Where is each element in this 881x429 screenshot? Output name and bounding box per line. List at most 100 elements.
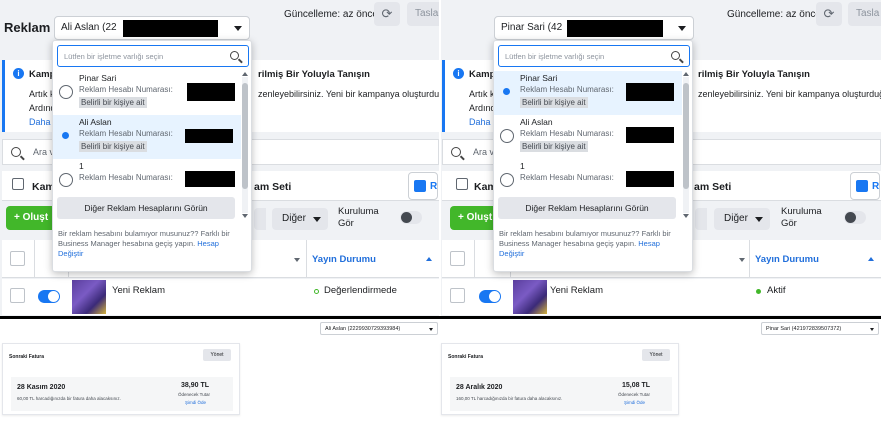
setup-toggle[interactable]: [400, 211, 422, 224]
update-status: Güncelleme: az önce: [727, 9, 821, 20]
invoice-summary: 28 Kasım 2020 60,00 TL harcadığınızda bi…: [11, 377, 233, 411]
row-checkbox[interactable]: [450, 288, 465, 303]
chevron-down-icon: [234, 26, 242, 31]
radio-button[interactable]: [500, 173, 514, 187]
radio-button[interactable]: [59, 85, 73, 99]
ad-toggle[interactable]: [479, 290, 501, 303]
account-option[interactable]: Ali Aslan Reklam Hesabı Numarası: Belirl…: [494, 115, 682, 159]
scroll-thumb[interactable]: [242, 83, 248, 189]
draft-button[interactable]: Tasla: [407, 2, 439, 26]
dropdown-scrollbar[interactable]: [683, 72, 689, 218]
radio-button[interactable]: [500, 129, 514, 143]
radio-button[interactable]: [500, 85, 514, 99]
tab-adsets[interactable]: am Seti: [694, 181, 731, 193]
see-more-accounts-button[interactable]: Diğer Reklam Hesaplarını Görün: [498, 197, 676, 219]
scroll-down-icon[interactable]: [242, 214, 248, 218]
amount-due-label: Ödenecek Tutar: [178, 392, 211, 397]
scroll-up-icon[interactable]: [683, 72, 689, 76]
sort-icon[interactable]: [868, 257, 874, 261]
see-more-accounts-button[interactable]: Diğer Reklam Hesaplarını Görün: [57, 197, 235, 219]
info-line-2: Ardınd: [469, 103, 496, 113]
chevron-down-icon: [313, 217, 321, 222]
refresh-button[interactable]: ⟳: [374, 2, 400, 26]
chevron-down-icon: [429, 328, 433, 331]
invoice-date: 28 Aralık 2020: [456, 384, 503, 391]
billing-left: Ali Aslan (2229930729393984) Sonraki Fat…: [0, 319, 439, 429]
ad-name[interactable]: Yeni Reklam: [550, 285, 603, 296]
account-select-label: Ali Aslan (22: [61, 22, 117, 33]
account-option[interactable]: Ali Aslan Reklam Hesabı Numarası: Belirl…: [53, 115, 241, 159]
refresh-button[interactable]: ⟳: [816, 2, 842, 26]
manage-button[interactable]: Yönet: [203, 349, 231, 361]
draft-button[interactable]: Tasla: [848, 2, 881, 26]
toggle-knob: [845, 212, 856, 223]
more-button[interactable]: Diğer: [714, 208, 770, 230]
ad-name[interactable]: Yeni Reklam: [112, 285, 165, 296]
search-icon: [11, 147, 21, 157]
manage-button[interactable]: Yönet: [642, 349, 670, 361]
create-button[interactable]: + Oluşt: [6, 206, 56, 230]
toolbar-button[interactable]: [254, 208, 266, 230]
account-select-label: Pinar Sari (42: [501, 22, 563, 33]
ads-tab-icon: [856, 180, 868, 192]
campaign-tab-icon: [456, 178, 468, 190]
sort-icon[interactable]: [294, 258, 300, 262]
account-search-input[interactable]: Lütfen bir işletme varlığı seçin: [57, 45, 249, 67]
account-number-label: Reklam Hesabı Numarası:: [79, 85, 173, 94]
brand-title: Reklam: [4, 20, 51, 35]
owner-badge: Belirli bir kişiye ait: [520, 97, 588, 108]
account-name: Pinar Sari: [79, 73, 117, 83]
pay-now-link[interactable]: Şimdi Öde: [185, 400, 206, 405]
chevron-down-icon: [678, 26, 686, 31]
account-select[interactable]: Ali Aslan (22: [54, 16, 250, 40]
toggle-knob: [48, 291, 59, 302]
setup-toggle-label: Kuruluma Gör: [781, 206, 822, 230]
invoice-summary: 28 Aralık 2020 160,00 TL harcadığınızda …: [450, 377, 672, 411]
tab-ads[interactable]: R: [408, 172, 438, 200]
account-number-label: Reklam Hesabı Numarası:: [520, 173, 614, 182]
account-search-input[interactable]: Lütfen bir işletme varlığı seçin: [498, 45, 690, 67]
ads-manager-left: Reklam Ali Aslan (22 Güncelleme: az önce…: [0, 0, 439, 318]
scroll-thumb[interactable]: [683, 83, 689, 189]
setup-toggle[interactable]: [844, 211, 866, 224]
account-option[interactable]: Pinar Sari Reklam Hesabı Numarası: Belir…: [494, 71, 682, 115]
update-status: Güncelleme: az önce: [284, 9, 378, 20]
column-delivery-status[interactable]: Yayın Durumu: [312, 254, 376, 265]
info-title-end: rilmiş Bir Yoluyla Tanışın: [698, 69, 810, 80]
more-button-label: Diğer: [724, 213, 748, 224]
tab-ads[interactable]: R: [850, 172, 880, 200]
search-placeholder: Lütfen bir işletme varlığı seçin: [64, 52, 164, 61]
ad-toggle[interactable]: [38, 290, 60, 303]
billing-account-label: Ali Aslan (2229930729393984): [325, 326, 401, 332]
radio-button[interactable]: [59, 173, 73, 187]
amount-due-label: Ödenecek Tutar: [618, 392, 651, 397]
setup-toggle-line-1: Kuruluma: [338, 206, 379, 217]
account-option[interactable]: Pinar Sari Reklam Hesabı Numarası: Belir…: [53, 71, 241, 115]
info-title-end: rilmiş Bir Yoluyla Tanışın: [258, 69, 370, 80]
column-separator: [34, 240, 35, 278]
tab-adsets[interactable]: am Seti: [254, 181, 291, 193]
select-all-checkbox[interactable]: [10, 251, 25, 266]
info-line-1-end: zenleyebilirsiniz. Yeni bir kampanya olu…: [258, 89, 439, 99]
scroll-up-icon[interactable]: [242, 72, 248, 76]
table-row: Yeni Reklam Aktif: [442, 279, 881, 315]
sort-icon[interactable]: [739, 258, 745, 262]
column-delivery-status[interactable]: Yayın Durumu: [755, 254, 819, 265]
info-learn-more-link[interactable]: Daha f: [469, 115, 496, 129]
radio-button[interactable]: [59, 129, 73, 143]
billing-account-select[interactable]: Pinar Sari (421972839507372): [761, 322, 879, 335]
toggle-knob: [401, 212, 412, 223]
row-checkbox[interactable]: [10, 288, 25, 303]
dropdown-scrollbar[interactable]: [242, 72, 248, 218]
info-icon: i: [13, 68, 24, 79]
more-button[interactable]: Diğer: [272, 208, 328, 230]
pay-now-link[interactable]: Şimdi Öde: [624, 400, 645, 405]
setup-toggle-label: Kuruluma Gör: [338, 206, 379, 230]
column-separator: [306, 240, 307, 278]
sort-icon[interactable]: [426, 257, 432, 261]
toolbar-button[interactable]: [695, 208, 707, 230]
billing-account-select[interactable]: Ali Aslan (2229930729393984): [320, 322, 438, 335]
select-all-checkbox[interactable]: [450, 251, 465, 266]
scroll-down-icon[interactable]: [683, 214, 689, 218]
account-select[interactable]: Pinar Sari (42: [494, 16, 694, 40]
